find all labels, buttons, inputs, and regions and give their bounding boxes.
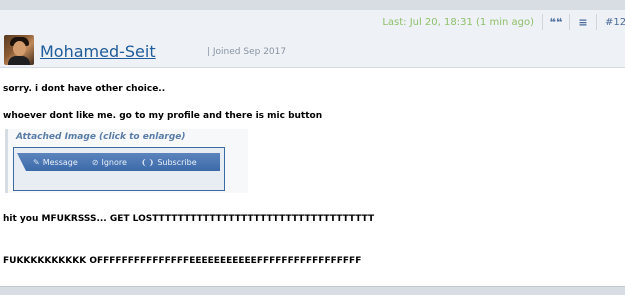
ignore-button-image: ⊘ Ignore bbox=[85, 158, 134, 167]
profile-toolbar-image: ✎ Message ⊘ Ignore ❨❩ Subscribe bbox=[17, 153, 220, 171]
post-text-line: FUKKKKKKKKKK OFFFFFFFFFFFFFFFEEEEEEEEEEE… bbox=[3, 256, 362, 266]
avatar[interactable] bbox=[4, 35, 34, 65]
attached-image-block: Attached Image (click to enlarge) ✎ Mess… bbox=[5, 129, 248, 193]
list-icon[interactable]: ≡ bbox=[570, 13, 596, 31]
subscribe-label: Subscribe bbox=[157, 157, 197, 167]
quote-icon[interactable]: ❝❝ bbox=[543, 13, 569, 31]
toolbar-tab-corner bbox=[17, 153, 26, 171]
message-icon: ✎ bbox=[33, 157, 40, 167]
subscribe-icon: ❨❩ bbox=[140, 157, 155, 167]
post-text-line: hit you MFUKRSSS... GET LOSTTTTTTTTTTTTT… bbox=[3, 214, 375, 224]
avatar-face bbox=[13, 41, 26, 56]
post-body: sorry. i dont have other choice.. whoeve… bbox=[0, 68, 625, 286]
post-header: Last: Jul 20, 18:31 (1 min ago) ❝❝ ≡ #12… bbox=[0, 10, 625, 68]
message-label: Message bbox=[42, 157, 78, 167]
post-text-line: whoever dont like me. go to my profile a… bbox=[3, 111, 323, 121]
post-number-link[interactable]: #12, bbox=[597, 17, 625, 28]
ignore-icon: ⊘ bbox=[91, 157, 99, 167]
ignore-label: Ignore bbox=[101, 157, 127, 167]
author-username-link[interactable]: Mohamed-Seit bbox=[40, 42, 156, 61]
attached-image-title[interactable]: Attached Image (click to enlarge) bbox=[16, 132, 186, 142]
post-text-line: sorry. i dont have other choice.. bbox=[3, 84, 166, 94]
last-activity-text: Last: Jul 20, 18:31 (1 min ago) bbox=[382, 16, 534, 28]
subscribe-button-image: ❨❩ Subscribe bbox=[134, 158, 204, 167]
message-button-image: ✎ Message bbox=[26, 158, 85, 167]
attached-image-thumbnail[interactable]: ✎ Message ⊘ Ignore ❨❩ Subscribe bbox=[13, 147, 225, 191]
avatar-shirt bbox=[8, 56, 30, 65]
author-joined-date: | Joined Sep 2017 bbox=[207, 47, 287, 57]
post-meta: Last: Jul 20, 18:31 (1 min ago) ❝❝ ≡ #12… bbox=[382, 13, 625, 31]
